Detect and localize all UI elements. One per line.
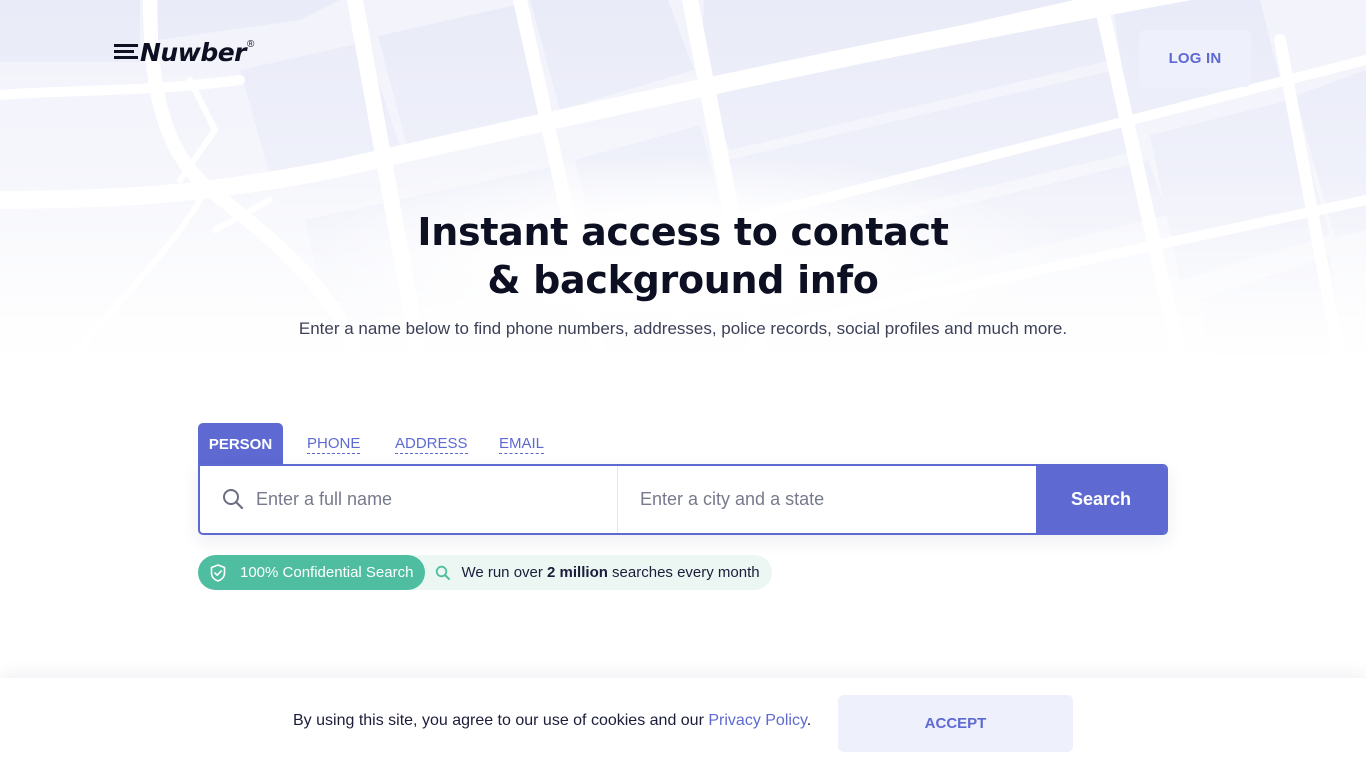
- tab-address[interactable]: ADDRESS: [383, 423, 477, 465]
- name-field: [200, 465, 618, 534]
- tab-person[interactable]: PERSON: [198, 423, 283, 465]
- hero-title: Instant access to contact & background i…: [283, 208, 1083, 304]
- city-state-input[interactable]: [618, 465, 1036, 534]
- cookie-text: By using this site, you agree to our use…: [293, 712, 709, 729]
- search-icon: [222, 488, 244, 510]
- stats-text: We run over 2 million searches every mon…: [461, 564, 759, 581]
- privacy-policy-link[interactable]: Privacy Policy: [708, 712, 806, 729]
- full-name-input[interactable]: [200, 465, 617, 534]
- nuwber-logo[interactable]: Nuwber ®: [114, 38, 254, 68]
- hero-title-line1: Instant access to contact: [417, 210, 949, 254]
- tab-phone-label: PHONE: [307, 434, 361, 454]
- hero-subtitle: Enter a name below to find phone numbers…: [298, 319, 1068, 338]
- search-form: Search: [198, 464, 1168, 535]
- confidential-badge: 100% Confidential Search: [198, 555, 426, 590]
- confidential-badge-text: 100% Confidential Search: [240, 564, 414, 581]
- stats-prefix: We run over: [461, 564, 548, 581]
- logo-registered-mark: ®: [247, 39, 255, 50]
- tab-phone[interactable]: PHONE: [295, 423, 373, 465]
- city-field: [618, 465, 1036, 534]
- stats-suffix: searches every month: [607, 564, 760, 581]
- login-button[interactable]: LOG IN: [1139, 30, 1251, 87]
- logo-text: Nuwber: [140, 38, 247, 67]
- shield-check-icon: [208, 563, 228, 583]
- tab-address-label: ADDRESS: [395, 434, 468, 454]
- search-tabs: PERSON PHONE ADDRESS EMAIL: [198, 423, 557, 465]
- stats-count: 2 million: [547, 564, 608, 581]
- logo-lines-icon: [114, 44, 138, 59]
- searches-stats-badge: We run over 2 million searches every mon…: [407, 555, 772, 590]
- search-icon: [435, 565, 451, 581]
- tab-email[interactable]: EMAIL: [487, 423, 557, 465]
- cookie-banner: By using this site, you agree to our use…: [0, 678, 1366, 768]
- tab-person-label: PERSON: [208, 435, 273, 453]
- tab-email-label: EMAIL: [499, 434, 545, 454]
- accept-cookies-button[interactable]: ACCEPT: [838, 695, 1073, 752]
- trust-badges: 100% Confidential Search We run over 2 m…: [198, 555, 772, 590]
- hero-title-line2: & background info: [487, 258, 879, 302]
- cookie-suffix: .: [806, 712, 812, 729]
- search-button[interactable]: Search: [1036, 466, 1166, 533]
- cookie-message: By using this site, you agree to our use…: [293, 712, 811, 730]
